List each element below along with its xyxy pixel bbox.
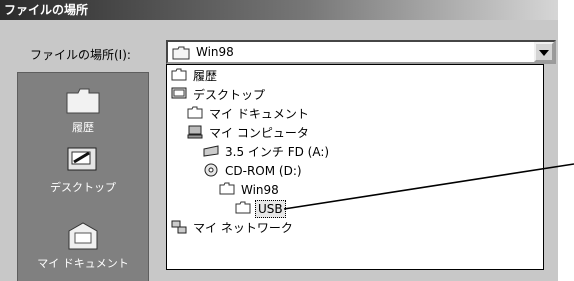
- callout-line: [283, 163, 574, 210]
